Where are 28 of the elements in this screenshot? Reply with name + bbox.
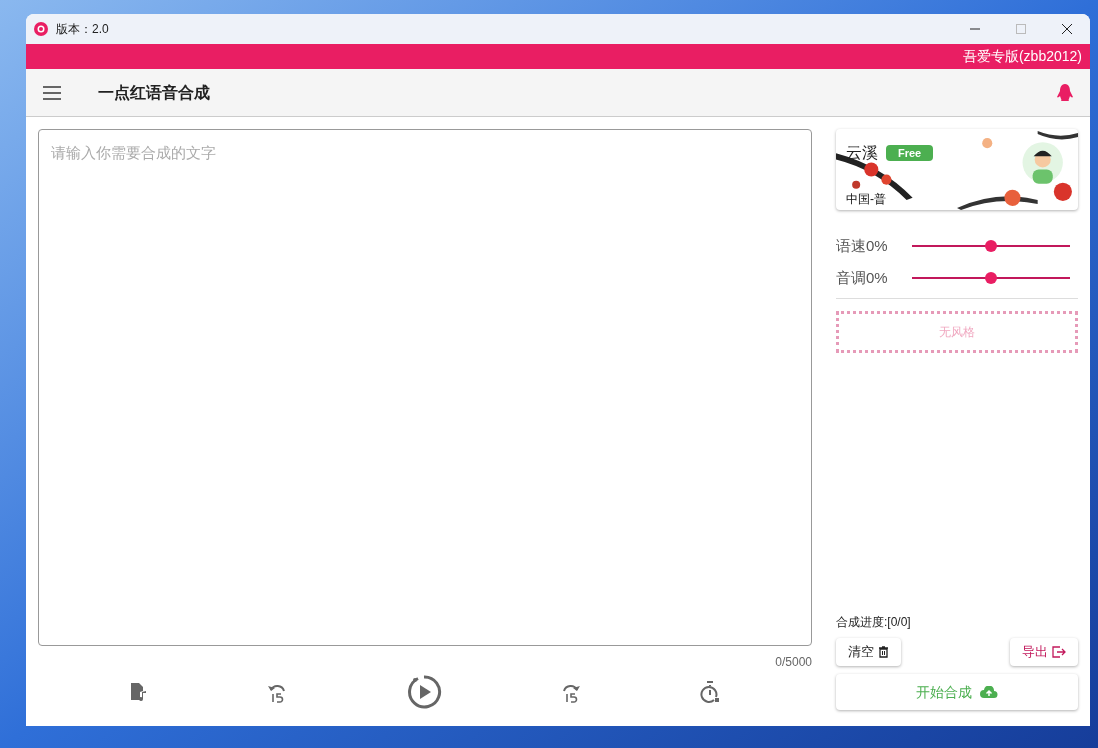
menu-icon[interactable] xyxy=(42,85,62,100)
app-logo-icon xyxy=(34,22,48,36)
export-button[interactable]: 导出 xyxy=(1010,638,1078,666)
progress-label: 合成进度:[0/0] xyxy=(836,614,912,630)
slider-label: 语速0% xyxy=(836,235,889,256)
text-input[interactable]: 请输入你需要合成的文字 xyxy=(38,129,812,646)
timer-icon[interactable] xyxy=(699,681,722,703)
music-file-icon[interactable] xyxy=(128,681,149,703)
trash-icon xyxy=(878,646,889,658)
maximize-icon xyxy=(1016,24,1026,34)
slider-track[interactable] xyxy=(912,240,1070,252)
clear-button[interactable]: 清空 xyxy=(836,638,901,666)
app-title: 一点红语音合成 xyxy=(98,82,210,103)
close-icon xyxy=(1061,23,1073,35)
slider-thumb[interactable] xyxy=(985,272,997,284)
free-tag: Free xyxy=(886,145,934,161)
style-label: 无风格 xyxy=(939,324,975,340)
voice-region: 中国-普 xyxy=(846,190,886,208)
exit-icon xyxy=(1052,646,1066,658)
slider-label: 音调0% xyxy=(836,267,889,288)
cloud-upload-icon xyxy=(980,686,998,698)
slider-thumb[interactable] xyxy=(985,240,997,252)
play-icon[interactable] xyxy=(406,674,442,710)
slider-track[interactable] xyxy=(912,272,1070,284)
window-title: 版本：2.0 xyxy=(56,21,109,37)
character-counter: 0/5000 xyxy=(775,654,812,670)
edition-label: 吾爱专版(zbb2012) xyxy=(962,47,1082,66)
penguin-icon[interactable] xyxy=(1056,82,1074,103)
